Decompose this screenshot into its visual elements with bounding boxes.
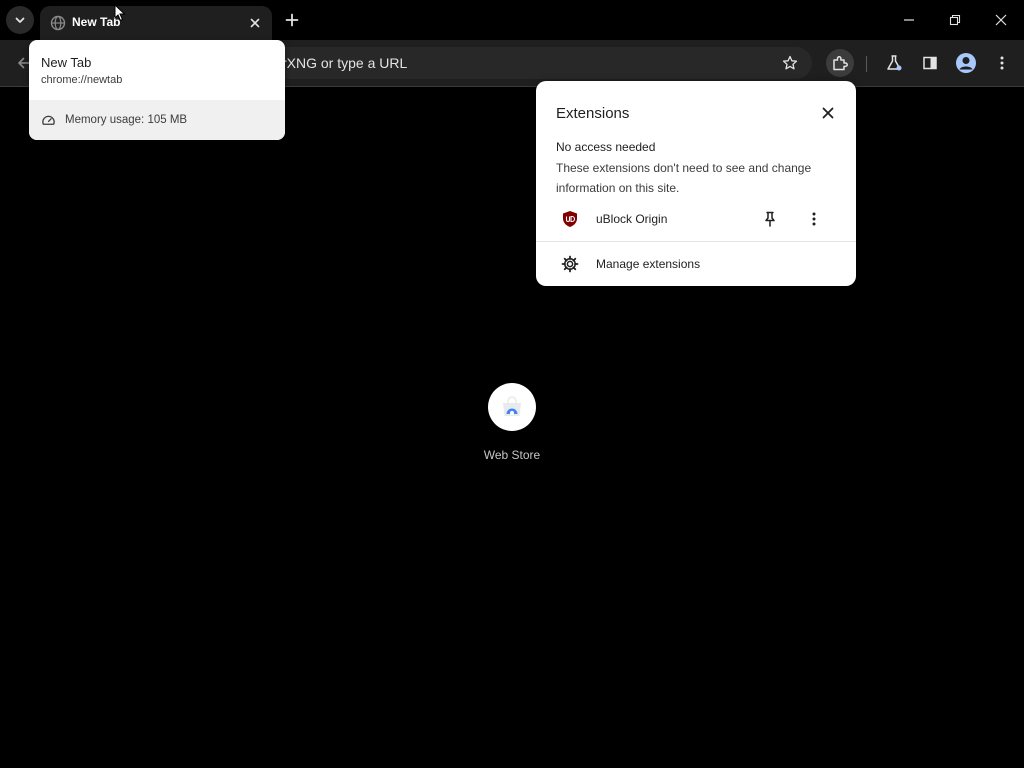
tab-hover-card: New Tab chrome://newtab Memory usage: 10… bbox=[29, 40, 285, 140]
manage-extensions-button[interactable]: Manage extensions bbox=[536, 249, 856, 279]
pin-icon bbox=[765, 211, 775, 227]
shortcut-icon-circle bbox=[488, 383, 536, 431]
minimize-icon bbox=[904, 19, 914, 21]
chevron-down-icon bbox=[15, 17, 25, 23]
hover-card-url: chrome://newtab bbox=[41, 74, 123, 86]
hover-card-title: New Tab bbox=[41, 55, 92, 70]
memory-usage-text: Memory usage: 105 MB bbox=[65, 114, 188, 126]
flask-icon bbox=[887, 55, 902, 71]
extension-item[interactable]: uBlock Origin bbox=[536, 204, 856, 234]
side-panel-icon bbox=[923, 56, 937, 70]
extensions-section-heading: No access needed bbox=[556, 140, 656, 154]
manage-extensions-label: Manage extensions bbox=[596, 257, 701, 271]
close-icon bbox=[822, 107, 834, 119]
menu-button[interactable] bbox=[988, 49, 1016, 77]
bookmark-button[interactable] bbox=[778, 51, 802, 75]
side-panel-button[interactable] bbox=[916, 49, 944, 77]
shortcut-label: Web Store bbox=[483, 448, 541, 462]
mouse-cursor-icon bbox=[114, 4, 126, 22]
extension-name: uBlock Origin bbox=[596, 212, 668, 226]
toolbar-separator bbox=[866, 56, 867, 72]
web-store-icon bbox=[503, 396, 521, 416]
more-vertical-icon bbox=[812, 212, 816, 226]
tab-new-tab[interactable]: New Tab bbox=[40, 6, 272, 40]
extensions-popup: Extensions No access needed These extens… bbox=[536, 81, 856, 286]
globe-icon bbox=[50, 15, 66, 31]
close-icon bbox=[995, 14, 1007, 26]
puzzle-icon bbox=[833, 56, 848, 71]
extensions-popup-title: Extensions bbox=[556, 105, 630, 122]
gear-icon bbox=[561, 255, 579, 273]
address-bar-text: rXNG or type a URL bbox=[282, 55, 408, 71]
tab-strip: New Tab bbox=[0, 0, 1024, 40]
profile-button[interactable] bbox=[952, 49, 980, 77]
more-vertical-icon bbox=[1000, 56, 1004, 70]
minimize-button[interactable] bbox=[886, 0, 932, 40]
tab-search-button[interactable] bbox=[6, 6, 34, 34]
star-icon bbox=[782, 55, 798, 70]
hover-card-footer: Memory usage: 105 MB bbox=[29, 100, 285, 140]
new-tab-button[interactable] bbox=[280, 8, 304, 32]
tab-close-button[interactable] bbox=[244, 12, 266, 34]
gauge-icon bbox=[42, 115, 55, 125]
avatar-icon bbox=[956, 53, 976, 73]
restore-icon bbox=[949, 14, 961, 26]
extensions-divider bbox=[536, 241, 856, 242]
shortcut-web-store[interactable]: Web Store bbox=[472, 383, 552, 473]
extension-more-button[interactable] bbox=[802, 207, 826, 231]
ublock-origin-icon bbox=[563, 211, 577, 227]
extensions-popup-close-button[interactable] bbox=[817, 102, 839, 124]
close-icon bbox=[250, 18, 260, 28]
extensions-button[interactable] bbox=[826, 49, 854, 77]
extensions-section-description: These extensions don't need to see and c… bbox=[556, 161, 812, 195]
pin-extension-button[interactable] bbox=[758, 207, 782, 231]
close-window-button[interactable] bbox=[978, 0, 1024, 40]
labs-button[interactable] bbox=[880, 49, 908, 77]
restore-button[interactable] bbox=[932, 0, 978, 40]
plus-icon bbox=[285, 13, 299, 27]
